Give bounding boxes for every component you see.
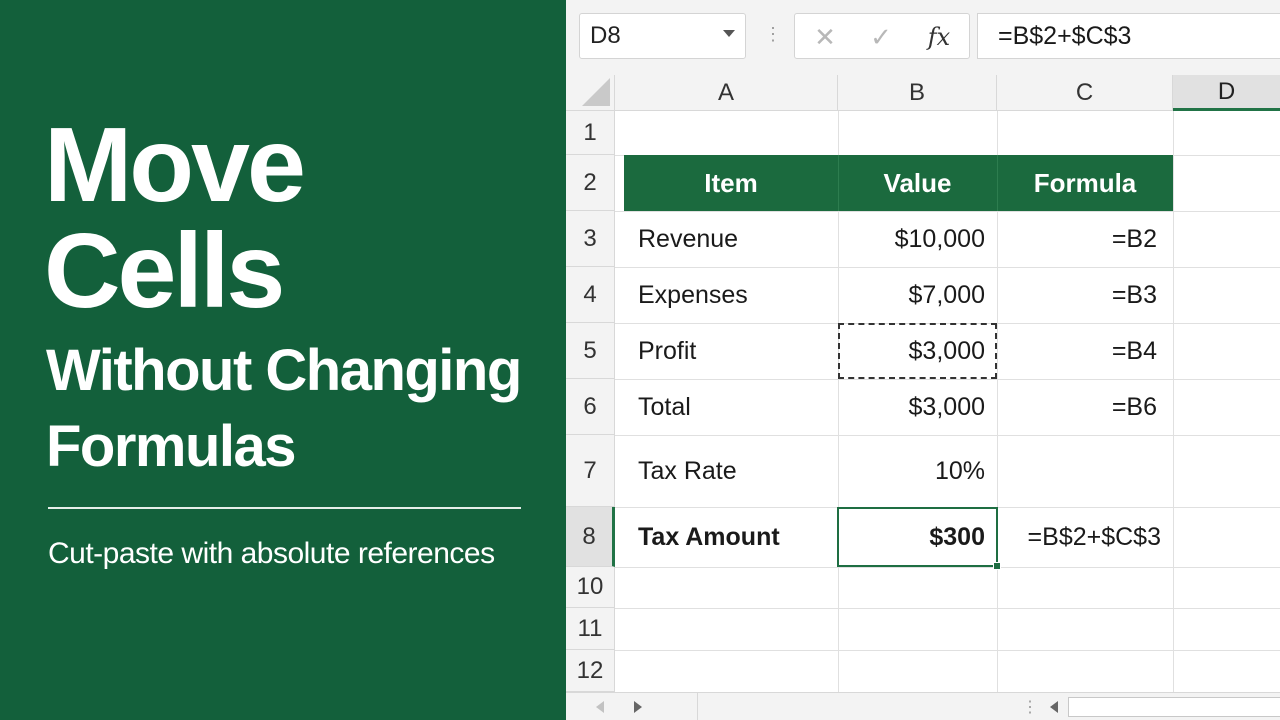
cell-grid[interactable]: A B C D 1 2 3 4 5 6 7 8 10 11 12 Item Va…	[566, 75, 1280, 692]
row-header-5[interactable]: 5	[566, 323, 615, 379]
cell-b4[interactable]: $7,000	[838, 267, 997, 323]
formula-input[interactable]: =B$2+$C$3	[977, 13, 1280, 59]
title-line-1: Move	[44, 106, 306, 224]
header-value[interactable]: Value	[838, 155, 997, 211]
row-header-4[interactable]: 4	[566, 267, 615, 323]
gridline	[615, 608, 1280, 609]
header-item[interactable]: Item	[624, 155, 838, 211]
active-cell-border	[837, 507, 998, 567]
cancel-icon[interactable]: ✕	[805, 20, 845, 54]
row-header-8[interactable]: 8	[566, 507, 615, 567]
cell-c7[interactable]	[997, 435, 1173, 507]
cell-a5[interactable]: Profit	[626, 323, 838, 379]
title-panel: Move Cells Without Changing Formulas Cut…	[0, 0, 566, 720]
column-header-d[interactable]: D	[1173, 75, 1280, 111]
gridline	[615, 650, 1280, 651]
subtitle: Cut-paste with absolute references	[48, 537, 495, 570]
title-line-3: Without Changing	[46, 338, 522, 403]
cell-b3[interactable]: $10,000	[838, 211, 997, 267]
horizontal-scrollbar[interactable]	[1068, 697, 1280, 717]
row-header-11[interactable]: 11	[566, 608, 615, 650]
cell-b7[interactable]: 10%	[838, 435, 997, 507]
title-divider	[48, 507, 521, 509]
spreadsheet-window: D8 ⋮ ✕ ✓ fx =B$2+$C$3 A B C D 1 2 3 4 5 …	[566, 0, 1280, 720]
title-line-2: Cells	[44, 212, 285, 330]
more-dots-icon[interactable]: ⋮	[764, 25, 782, 43]
cell-a6[interactable]: Total	[626, 379, 838, 435]
formula-controls: ✕ ✓ fx	[794, 13, 970, 59]
formula-text: =B$2+$C$3	[998, 21, 1132, 50]
sheet-tab-bar: ⋮	[566, 692, 1280, 720]
cell-a4[interactable]: Expenses	[626, 267, 838, 323]
cell-c6[interactable]: =B6	[997, 379, 1173, 435]
name-box-value: D8	[590, 22, 621, 49]
name-box[interactable]: D8	[579, 13, 746, 59]
cell-c3[interactable]: =B2	[997, 211, 1173, 267]
cell-a7[interactable]: Tax Rate	[626, 435, 838, 507]
gridline	[615, 567, 1280, 568]
row-header-10[interactable]: 10	[566, 567, 615, 608]
more-dots-icon[interactable]: ⋮	[1022, 697, 1038, 717]
check-icon[interactable]: ✓	[861, 20, 901, 54]
tab-separator	[697, 693, 698, 720]
cell-b6[interactable]: $3,000	[838, 379, 997, 435]
row-header-2[interactable]: 2	[566, 155, 615, 211]
cell-c8[interactable]: =B$2+$C$3	[997, 507, 1173, 567]
column-header-b[interactable]: B	[838, 75, 997, 111]
cut-selection-marquee	[838, 323, 997, 379]
title-line-4: Formulas	[46, 414, 297, 479]
row-header-3[interactable]: 3	[566, 211, 615, 267]
column-header-c[interactable]: C	[997, 75, 1173, 111]
column-header-a[interactable]: A	[615, 75, 838, 111]
cell-a3[interactable]: Revenue	[626, 211, 838, 267]
cell-c5[interactable]: =B4	[997, 323, 1173, 379]
cell-c4[interactable]: =B3	[997, 267, 1173, 323]
next-sheet-icon[interactable]	[634, 701, 642, 713]
row-header-12[interactable]: 12	[566, 650, 615, 692]
row-header-6[interactable]: 6	[566, 379, 615, 435]
cell-a8[interactable]: Tax Amount	[626, 507, 838, 567]
select-all-button[interactable]	[566, 75, 615, 111]
chevron-down-icon[interactable]	[723, 30, 735, 37]
insert-function-icon[interactable]: fx	[919, 20, 959, 54]
scroll-left-icon[interactable]	[1050, 701, 1058, 713]
row-header-7[interactable]: 7	[566, 435, 615, 507]
previous-sheet-icon[interactable]	[596, 701, 604, 713]
row-header-1[interactable]: 1	[566, 111, 615, 155]
fill-handle[interactable]	[993, 562, 1001, 570]
gridline	[1173, 111, 1174, 692]
header-formula[interactable]: Formula	[997, 155, 1173, 211]
